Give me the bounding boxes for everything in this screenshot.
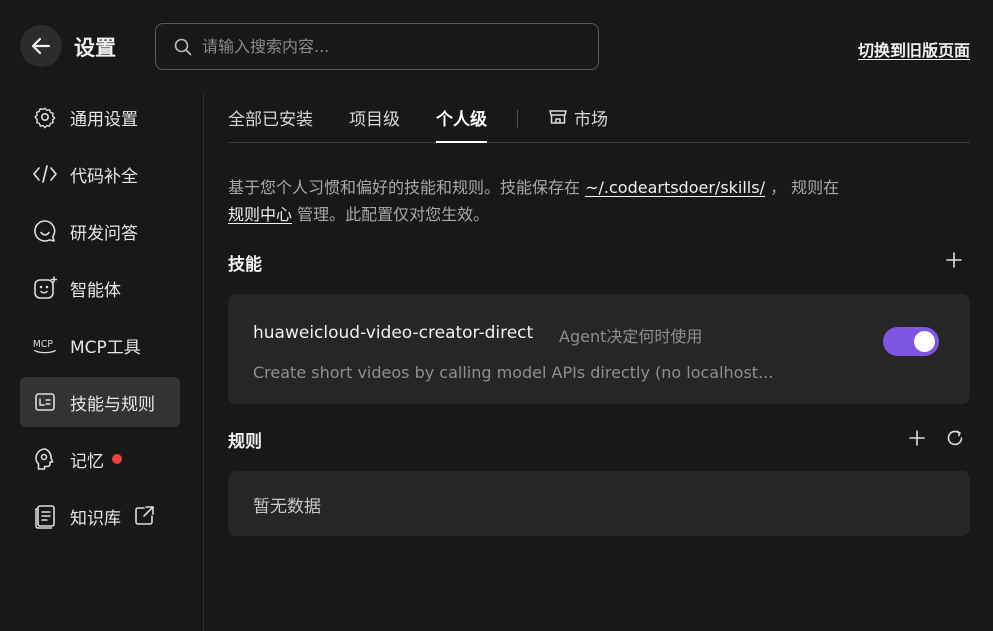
- sidebar-item-label: 知识库: [70, 508, 121, 529]
- mcp-icon: MCP: [32, 332, 58, 358]
- sidebar-item-qa[interactable]: 研发问答: [20, 206, 180, 256]
- sidebar-item-label: 智能体: [70, 280, 121, 301]
- external-link-icon: [133, 505, 155, 527]
- skills-section-title: 技能: [228, 255, 262, 275]
- empty-state-text: 暂无数据: [253, 497, 321, 517]
- search-input[interactable]: [202, 37, 582, 56]
- sidebar-item-agent[interactable]: 智能体: [20, 263, 180, 313]
- tab-all-installed[interactable]: 全部已安装: [228, 94, 313, 142]
- sidebar-item-label: MCP工具: [70, 337, 141, 358]
- sidebar-item-label: 代码补全: [70, 166, 138, 187]
- sidebar-item-general[interactable]: 通用设置: [20, 92, 180, 142]
- sidebar-item-memory[interactable]: 记忆: [20, 434, 180, 484]
- description-text: 管理。此配置仅对您生效。: [292, 205, 490, 224]
- skill-name: huaweicloud-video-creator-direct: [253, 323, 534, 343]
- plus-icon: [909, 430, 925, 446]
- sidebar-item-mcp[interactable]: MCP MCP工具: [20, 320, 180, 370]
- code-icon: [32, 161, 58, 187]
- store-icon: [548, 107, 568, 132]
- memory-icon: [32, 446, 58, 472]
- arrow-left-icon: [31, 37, 51, 55]
- sidebar-item-label: 研发问答: [70, 223, 138, 244]
- description-text: ， 规则在: [764, 178, 840, 197]
- sidebar-item-label: 记忆: [70, 451, 104, 472]
- skills-icon: [32, 389, 58, 415]
- skill-description: Create short videos by calling model API…: [253, 363, 774, 382]
- agent-icon: [32, 275, 58, 301]
- skill-card[interactable]: huaweicloud-video-creator-direct Agent决定…: [228, 294, 970, 404]
- add-skill-button[interactable]: [943, 249, 965, 271]
- page-title: 设置: [74, 36, 116, 60]
- sidebar-item-knowledge[interactable]: 知识库: [20, 491, 180, 541]
- scope-tabs: 全部已安装 项目级 个人级 市场: [228, 94, 970, 143]
- search-box[interactable]: [155, 23, 599, 70]
- scope-description: 基于您个人习惯和偏好的技能和规则。技能保存在 ~/.codeartsdoer/s…: [228, 174, 968, 228]
- sidebar-item-label: 技能与规则: [70, 394, 155, 415]
- knowledge-icon: [32, 503, 58, 529]
- tab-market[interactable]: 市场: [548, 94, 608, 142]
- tab-separator: [517, 110, 518, 128]
- notification-badge: [112, 454, 122, 464]
- tab-market-label: 市场: [574, 110, 608, 130]
- sidebar-item-skills-rules[interactable]: 技能与规则: [20, 377, 180, 427]
- sidebar: 通用设置 代码补全 研发问答 智能体 MCP MCP工具 技能与规则 记忆 知识…: [20, 92, 180, 548]
- sidebar-divider: [203, 94, 204, 631]
- svg-text:MCP: MCP: [33, 339, 53, 350]
- switch-legacy-link[interactable]: 切换到旧版页面: [858, 37, 970, 61]
- add-rule-button[interactable]: [906, 427, 928, 449]
- refresh-icon: [947, 430, 963, 446]
- back-button[interactable]: [20, 25, 62, 67]
- search-icon: [174, 38, 192, 55]
- sidebar-item-code-completion[interactable]: 代码补全: [20, 149, 180, 199]
- gear-icon: [32, 104, 58, 130]
- skills-path-link[interactable]: ~/.codeartsdoer/skills/: [585, 178, 765, 197]
- rules-section-title: 规则: [228, 432, 262, 452]
- refresh-rules-button[interactable]: [944, 427, 966, 449]
- rules-center-link[interactable]: 规则中心: [228, 205, 292, 224]
- rules-empty-card: 暂无数据: [228, 471, 970, 536]
- toggle-knob: [914, 331, 935, 352]
- chat-icon: [32, 218, 58, 244]
- tab-project[interactable]: 项目级: [349, 94, 400, 142]
- description-text: 基于您个人习惯和偏好的技能和规则。技能保存在: [228, 178, 586, 197]
- skill-mode: Agent决定何时使用: [559, 327, 703, 346]
- sidebar-item-label: 通用设置: [70, 109, 138, 130]
- skill-enabled-toggle[interactable]: [883, 327, 939, 356]
- tab-personal[interactable]: 个人级: [436, 94, 487, 143]
- plus-icon: [946, 252, 962, 268]
